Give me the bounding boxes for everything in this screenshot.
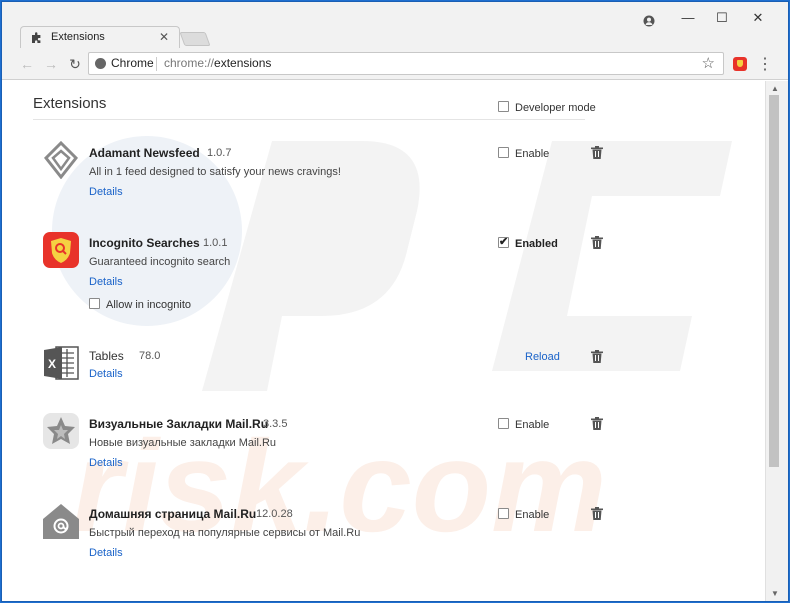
enable-label: Enable: [515, 419, 550, 431]
trash-icon[interactable]: [591, 507, 603, 520]
scroll-up-arrow-icon[interactable]: ▲: [771, 84, 779, 93]
extensions-page: risk.com Extensions Developer mode Adama…: [2, 81, 765, 601]
browser-window: Extensions ✕ — ☐ ✕ ← → ↻ Chrome chrome:/…: [1, 1, 789, 602]
security-chip: Chrome: [111, 56, 154, 70]
excel-icon: X: [44, 346, 79, 380]
extension-description: Guaranteed incognito search: [89, 256, 231, 268]
minimize-button[interactable]: —: [676, 10, 700, 25]
extension-details-link[interactable]: Details: [89, 368, 123, 380]
trash-icon[interactable]: [591, 146, 603, 159]
enable-checkbox[interactable]: [498, 147, 509, 158]
developer-mode-toggle[interactable]: Developer mode: [498, 101, 596, 114]
extension-name: Визуальные Закладки Mail.Ru: [89, 417, 269, 431]
extension-description: All in 1 feed designed to satisfy your n…: [89, 166, 341, 178]
enable-checkbox[interactable]: [498, 418, 509, 429]
toolbar: ← → ↻ Chrome chrome://extensions ☆ ⋮: [2, 48, 788, 80]
page-title: Extensions: [33, 95, 107, 112]
title-bar: Extensions ✕ — ☐ ✕: [2, 2, 788, 48]
address-bar[interactable]: Chrome chrome://extensions ☆: [88, 52, 724, 75]
extension-version: 12.0.28: [256, 508, 293, 520]
extension-details-link[interactable]: Details: [89, 457, 123, 469]
extension-version: 1.0.1: [203, 237, 228, 249]
reload-button[interactable]: ↻: [66, 55, 84, 73]
extension-description: Быстрый переход на популярные сервисы от…: [89, 527, 361, 539]
enable-checkbox[interactable]: [498, 508, 509, 519]
extension-enable-toggle[interactable]: Enable: [498, 418, 549, 431]
scrollbar-thumb[interactable]: [769, 95, 779, 467]
extension-version: 1.0.7: [207, 147, 232, 159]
home-at-icon: [43, 504, 79, 539]
extension-details-link[interactable]: Details: [89, 186, 123, 198]
extension-name: Tables: [89, 349, 124, 363]
extension-enable-toggle[interactable]: Enable: [498, 147, 549, 160]
tab-extensions[interactable]: Extensions ✕: [20, 26, 180, 48]
extension-details-link[interactable]: Details: [89, 276, 123, 288]
extension-version: 78.0: [139, 350, 161, 362]
svg-text:X: X: [48, 357, 56, 371]
new-tab-button[interactable]: [179, 32, 211, 46]
enable-label: Enable: [515, 509, 550, 521]
enable-label: Enable: [515, 148, 550, 160]
extension-name: Incognito Searches: [89, 236, 200, 250]
extension-version: 3.3.5: [263, 418, 288, 430]
tab-title: Extensions: [51, 31, 105, 43]
forward-button[interactable]: →: [42, 55, 60, 73]
close-window-button[interactable]: ✕: [746, 10, 770, 26]
reload-link[interactable]: Reload: [525, 351, 560, 363]
extension-details-link[interactable]: Details: [89, 547, 123, 559]
back-button[interactable]: ←: [18, 55, 36, 73]
diamond-icon: [43, 141, 79, 179]
url-text[interactable]: chrome://extensions: [164, 56, 271, 70]
allow-incognito-toggle[interactable]: Allow in incognito: [89, 298, 191, 311]
shield-search-icon: [43, 232, 79, 268]
allow-incognito-checkbox[interactable]: [89, 298, 100, 309]
extension-enable-toggle[interactable]: Enabled: [498, 235, 558, 250]
vertical-scrollbar[interactable]: ▲ ▼: [765, 81, 788, 601]
chrome-page-icon: [95, 58, 106, 69]
extension-shield-icon[interactable]: [733, 57, 747, 71]
trash-icon[interactable]: [591, 417, 603, 430]
maximize-button[interactable]: ☐: [710, 10, 734, 26]
enabled-checkbox[interactable]: [498, 235, 509, 248]
header-divider: [33, 119, 585, 120]
bookmark-star-icon[interactable]: ☆: [702, 54, 715, 72]
menu-kebab-icon[interactable]: ⋮: [757, 54, 773, 74]
extension-enable-toggle[interactable]: Enable: [498, 508, 549, 521]
trash-icon[interactable]: [591, 236, 603, 249]
tab-close-icon[interactable]: ✕: [159, 30, 169, 44]
chip-divider: [156, 57, 157, 71]
allow-incognito-label: Allow in incognito: [106, 299, 191, 311]
scroll-down-arrow-icon[interactable]: ▼: [771, 589, 779, 598]
profile-icon[interactable]: [643, 15, 655, 27]
puzzle-icon: [32, 32, 41, 43]
extension-name: Домашняя страница Mail.Ru: [89, 507, 257, 521]
star-icon: [43, 413, 79, 449]
developer-mode-checkbox[interactable]: [498, 101, 509, 112]
extension-description: Новые визуальные закладки Mail.Ru: [89, 437, 277, 449]
trash-icon[interactable]: [591, 350, 603, 363]
enabled-label: Enabled: [515, 238, 558, 250]
extension-name: Adamant Newsfeed: [89, 146, 200, 160]
developer-mode-label: Developer mode: [515, 102, 596, 114]
